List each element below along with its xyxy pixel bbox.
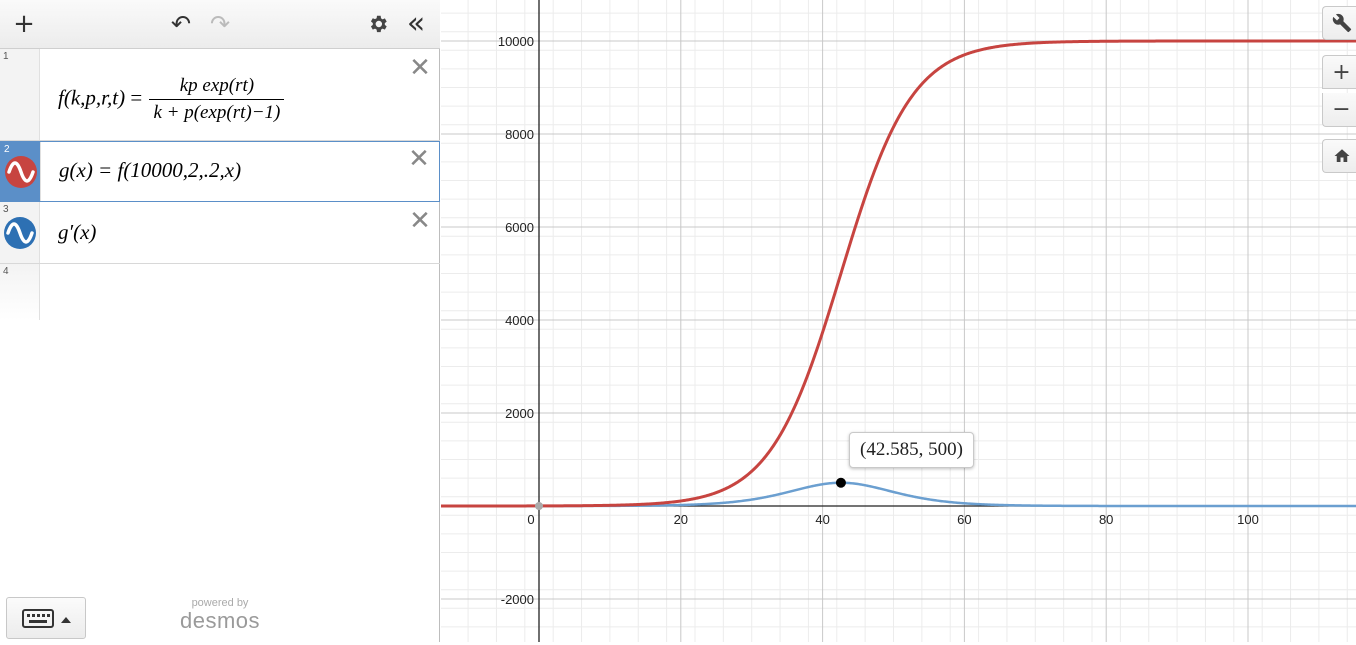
x-tick-label: 0 (527, 512, 534, 527)
keyboard-toggle-button[interactable] (6, 597, 86, 639)
expression-row-3[interactable]: 3 g′(x) ✕ (0, 202, 440, 264)
point-coordinate-label: (42.585, 500) (849, 432, 974, 468)
fraction-denominator: k + p(exp(rt)−1) (153, 102, 281, 123)
x-tick-label: 80 (1099, 512, 1113, 527)
expression-row-1[interactable]: 1 f(k,p,r,t) = kp exp(rt) k + p(exp(rt)−… (0, 49, 440, 141)
expression-row-4[interactable]: 4 (0, 264, 440, 320)
delete-expression-icon[interactable]: ✕ (407, 146, 431, 172)
zoom-in-icon[interactable]: + (1322, 55, 1356, 89)
powered-by-desmos: powered by desmos (178, 597, 262, 633)
graph-color-icon[interactable] (5, 156, 37, 188)
delete-expression-icon[interactable]: ✕ (408, 55, 432, 81)
fraction: kp exp(rt) k + p(exp(rt)−1) (149, 75, 285, 124)
redo-icon[interactable]: ↷ (206, 10, 234, 38)
expression-1-math[interactable]: f(k,p,r,t) = kp exp(rt) k + p(exp(rt)−1) (58, 75, 286, 124)
y-tick-label: 6000 (505, 220, 534, 235)
keyboard-icon (22, 609, 71, 628)
undo-icon[interactable]: ↶ (167, 10, 195, 38)
expression-panel: + ↶ ↷ « 1 f(k,p,r,t) = kp exp(rt) k + p(… (0, 0, 440, 642)
function-args: (k,p,r,t) (63, 85, 126, 110)
collapse-panel-icon[interactable]: « (402, 9, 430, 39)
expression-toolbar: + ↶ ↷ « (0, 0, 440, 49)
home-icon[interactable] (1322, 139, 1356, 173)
equals-sign: = (130, 85, 143, 110)
x-tick-label: 20 (674, 512, 688, 527)
g-prime-curve[interactable] (441, 481, 1356, 508)
x-tick-label: 100 (1237, 512, 1259, 527)
y-tick-label: 4000 (505, 313, 534, 328)
y-tick-label: -2000 (501, 592, 534, 607)
origin-point (535, 502, 543, 510)
expression-row-2[interactable]: 2 g(x) = f(10000,2,.2,x) ✕ (0, 141, 440, 202)
expression-2-math[interactable]: g(x) = f(10000,2,.2,x) (59, 158, 241, 183)
expression-3-math[interactable]: g′(x) (58, 220, 96, 245)
expression-index: 1 (0, 49, 40, 140)
expression-number: 1 (3, 51, 9, 62)
y-tick-label: 8000 (505, 127, 534, 142)
expression-index: 4 (0, 264, 40, 320)
fraction-numerator: kp exp(rt) (149, 75, 285, 100)
delete-expression-icon[interactable]: ✕ (408, 208, 432, 234)
wrench-icon[interactable] (1322, 6, 1356, 40)
expression-number: 3 (3, 204, 9, 215)
gear-icon[interactable] (364, 10, 392, 38)
expression-number: 4 (3, 266, 9, 277)
graph-area[interactable]: 0 20 40 60 80 100 10000 8000 6000 4000 2000 -2000 (441, 0, 1356, 642)
y-tick-label: 2000 (505, 406, 534, 421)
x-tick-label: 40 (815, 512, 829, 527)
graph-canvas[interactable]: 0 20 40 60 80 100 10000 8000 6000 4000 2000 -2000 (441, 0, 1356, 642)
zoom-out-icon[interactable]: − (1322, 93, 1356, 127)
desmos-logo: desmos (179, 608, 261, 633)
expression-number: 2 (4, 144, 10, 155)
y-tick-label: 10000 (498, 34, 534, 49)
graph-color-icon[interactable] (4, 217, 36, 249)
add-expression-icon[interactable]: + (10, 10, 38, 38)
max-point-marker[interactable] (835, 477, 846, 488)
x-tick-label: 60 (957, 512, 971, 527)
